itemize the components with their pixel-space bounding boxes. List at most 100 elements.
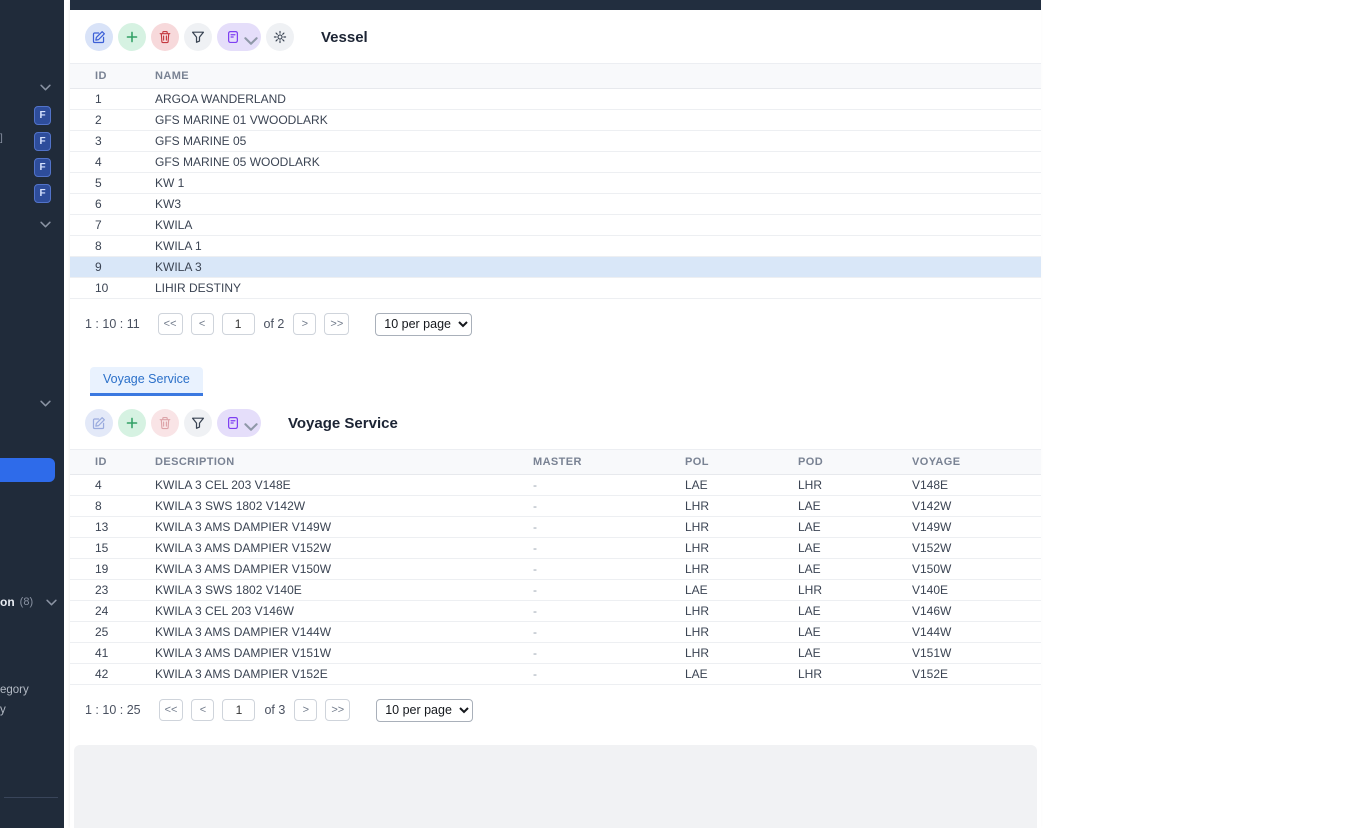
table-cell: 42 — [95, 667, 109, 681]
table-row[interactable]: 3 GFS MARINE 05 — [70, 131, 1041, 152]
table-row[interactable]: 13 KWILA 3 AMS DAMPIER V149W - LHR LAE V149W — [70, 517, 1041, 538]
table-row[interactable]: 7 KWILA — [70, 215, 1041, 236]
sidebar-divider — [4, 797, 58, 798]
column-header-pod: POD — [798, 456, 824, 468]
column-header-pol: POL — [685, 456, 709, 468]
table-row[interactable]: 4 KWILA 3 CEL 203 V148E - LAE LHR V148E — [70, 475, 1041, 496]
prev-page-button[interactable]: < — [191, 699, 215, 721]
chevron-down-icon — [243, 34, 258, 45]
tab-strip: Voyage Service — [70, 367, 1041, 396]
table-row[interactable]: 41 KWILA 3 AMS DAMPIER V151W - LHR LAE V151W — [70, 643, 1041, 664]
table-cell: LAE — [685, 583, 708, 597]
table-cell: 1 — [95, 92, 102, 106]
table-cell: LHR — [798, 583, 823, 597]
prev-page-button[interactable]: < — [190, 313, 214, 335]
table-cell: 15 — [95, 541, 109, 555]
chevron-down-icon[interactable] — [40, 84, 51, 91]
table-row[interactable]: 8 KWILA 1 — [70, 236, 1041, 257]
table-cell: 5 — [95, 176, 102, 190]
table-cell: LAE — [798, 646, 821, 660]
table-cell: KWILA 3 AMS DAMPIER V149W — [155, 520, 332, 534]
per-page-select[interactable]: 10 per page — [376, 698, 474, 722]
table-cell: - — [533, 541, 537, 555]
table-row[interactable]: 6 KW3 — [70, 194, 1041, 215]
table-cell: - — [533, 499, 537, 513]
table-row[interactable]: 10 LIHIR DESTINY — [70, 278, 1041, 299]
page-input[interactable] — [222, 699, 256, 721]
table-cell: V144W — [912, 625, 952, 639]
favourite-badge[interactable]: F — [34, 132, 51, 151]
table-cell: 4 — [95, 478, 102, 492]
chevron-down-icon[interactable] — [40, 400, 51, 407]
last-page-button[interactable]: >> — [325, 699, 351, 721]
table-cell: LAE — [798, 562, 821, 576]
filter-button[interactable] — [184, 23, 212, 51]
edit-button[interactable] — [85, 409, 113, 437]
table-cell: KWILA 3 CEL 203 V146W — [155, 604, 294, 618]
table-row[interactable]: 42 KWILA 3 AMS DAMPIER V152E - LAE LHR V152E — [70, 664, 1041, 685]
per-page-select[interactable]: 10 per page — [375, 312, 473, 336]
trash-icon — [158, 30, 172, 44]
table-cell: KWILA 3 AMS DAMPIER V152W — [155, 541, 332, 555]
tab-voyage-service[interactable]: Voyage Service — [90, 367, 203, 396]
sidebar-item-selected[interactable] — [0, 458, 55, 482]
trash-icon — [158, 416, 172, 430]
table-cell: - — [533, 625, 537, 639]
first-page-button[interactable]: << — [158, 699, 184, 721]
table-row[interactable]: 24 KWILA 3 CEL 203 V146W - LHR LAE V146W — [70, 601, 1041, 622]
table-cell: V146W — [912, 604, 952, 618]
favourite-badge[interactable]: F — [34, 106, 51, 125]
table-cell: 3 — [95, 134, 102, 148]
table-header: ID DESCRIPTION MASTER POL POD VOYAGE — [70, 449, 1041, 475]
voyage-pagination: 1 : 10 : 25 << < of 3 > >> 10 per page — [70, 685, 1041, 735]
table-cell: LIHIR DESTINY — [155, 281, 242, 295]
document-icon — [226, 416, 240, 430]
table-cell: 13 — [95, 520, 109, 534]
table-cell: V151W — [912, 646, 952, 660]
plus-icon — [125, 30, 139, 44]
add-button[interactable] — [118, 23, 146, 51]
sidebar-item-count: (8) — [19, 596, 34, 608]
table-row[interactable]: 25 KWILA 3 AMS DAMPIER V144W - LHR LAE V144W — [70, 622, 1041, 643]
settings-button[interactable] — [266, 23, 294, 51]
sidebar-item-truncated[interactable]: y — [0, 704, 6, 716]
edit-button[interactable] — [85, 23, 113, 51]
table-row[interactable]: 5 KW 1 — [70, 173, 1041, 194]
export-button[interactable] — [217, 23, 261, 51]
chevron-down-icon[interactable] — [40, 221, 51, 228]
table-row[interactable]: 4 GFS MARINE 05 WOODLARK — [70, 152, 1041, 173]
next-page-button[interactable]: > — [294, 699, 318, 721]
table-row[interactable]: 19 KWILA 3 AMS DAMPIER V150W - LHR LAE V150W — [70, 559, 1041, 580]
sidebar-item-label: on — [0, 595, 15, 609]
delete-button[interactable] — [151, 23, 179, 51]
next-page-button[interactable]: > — [293, 313, 317, 335]
funnel-icon — [191, 416, 205, 430]
table-row[interactable]: 8 KWILA 3 SWS 1802 V142W - LHR LAE V142W — [70, 496, 1041, 517]
table-cell: LAE — [798, 604, 821, 618]
table-row[interactable]: 1 ARGOA WANDERLAND — [70, 89, 1041, 110]
favourite-badge[interactable]: F — [34, 184, 51, 203]
table-cell: 23 — [95, 583, 109, 597]
table-cell: - — [533, 562, 537, 576]
table-cell: V149W — [912, 520, 952, 534]
page-input[interactable] — [221, 313, 255, 335]
export-button[interactable] — [217, 409, 261, 437]
table-cell: LAE — [798, 625, 821, 639]
table-cell: LHR — [798, 478, 823, 492]
filter-button[interactable] — [184, 409, 212, 437]
favourite-badge[interactable]: F — [34, 158, 51, 177]
first-page-button[interactable]: << — [157, 313, 183, 335]
sidebar-item-truncated[interactable]: egory — [0, 684, 29, 696]
add-button[interactable] — [118, 409, 146, 437]
table-cell: 24 — [95, 604, 109, 618]
table-row[interactable]: 15 KWILA 3 AMS DAMPIER V152W - LHR LAE V152W — [70, 538, 1041, 559]
table-row[interactable]: 9 KWILA 3 — [70, 257, 1041, 278]
table-cell: - — [533, 646, 537, 660]
table-row[interactable]: 2 GFS MARINE 01 VWOODLARK — [70, 110, 1041, 131]
table-cell: GFS MARINE 01 VWOODLARK — [155, 113, 328, 127]
table-cell: KWILA 3 — [155, 260, 202, 274]
delete-button[interactable] — [151, 409, 179, 437]
last-page-button[interactable]: >> — [324, 313, 350, 335]
table-row[interactable]: 23 KWILA 3 SWS 1802 V140E - LAE LHR V140E — [70, 580, 1041, 601]
sidebar-item-truncated[interactable]: on (8) — [0, 595, 57, 609]
